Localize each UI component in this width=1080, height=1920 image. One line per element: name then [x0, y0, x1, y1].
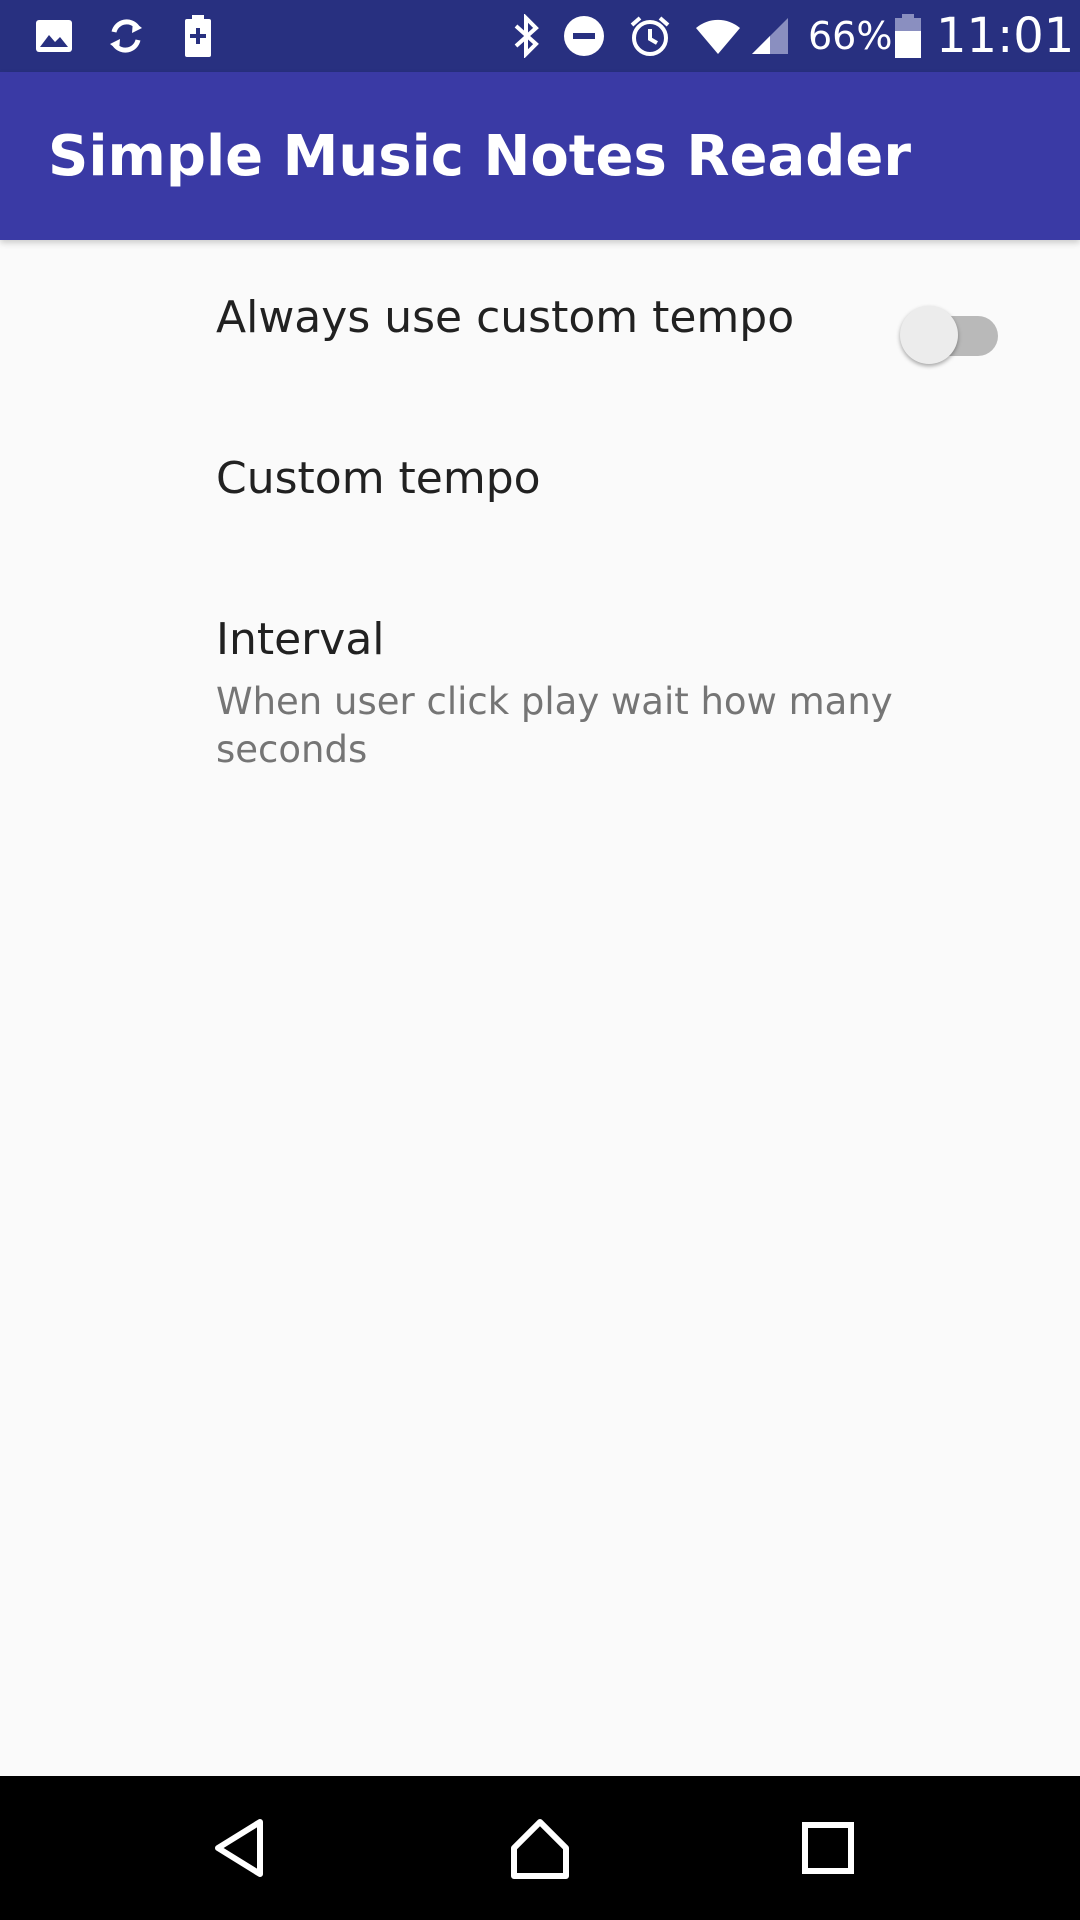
home-icon	[511, 1819, 569, 1879]
pref-title: Custom tempo	[216, 453, 541, 504]
clock: 11:01	[936, 8, 1075, 64]
battery-saver-icon	[174, 12, 222, 60]
battery-icon	[884, 12, 932, 60]
home-button[interactable]	[480, 1798, 600, 1898]
pref-always-use-custom-tempo[interactable]: Always use custom tempo	[0, 240, 1080, 400]
battery-percent: 66%	[808, 14, 893, 58]
pref-summary: When user click play wait how many secon…	[216, 680, 893, 771]
do-not-disturb-icon	[560, 12, 608, 60]
recents-button[interactable]	[768, 1798, 888, 1898]
pref-custom-tempo[interactable]: Custom tempo	[0, 400, 1080, 560]
back-button[interactable]	[180, 1798, 300, 1898]
gallery-icon	[30, 12, 78, 60]
back-icon	[215, 1819, 263, 1877]
bluetooth-icon	[502, 12, 550, 60]
wifi-icon	[694, 12, 742, 60]
custom-tempo-switch[interactable]	[900, 298, 1000, 364]
app-bar: Simple Music Notes Reader	[0, 72, 1080, 240]
alarm-icon	[626, 12, 674, 60]
app-title: Simple Music Notes Reader	[48, 123, 911, 189]
pref-interval[interactable]: Interval When user click play wait how m…	[0, 560, 1080, 771]
recents-icon	[802, 1822, 854, 1874]
cell-signal-icon	[746, 12, 794, 60]
navigation-bar	[0, 1776, 1080, 1920]
pref-title: Always use custom tempo	[216, 292, 795, 343]
pref-title: Interval	[216, 614, 385, 665]
sync-icon	[102, 12, 150, 60]
switch-thumb	[900, 306, 958, 364]
status-bar: 66% 11:01	[0, 0, 1080, 72]
